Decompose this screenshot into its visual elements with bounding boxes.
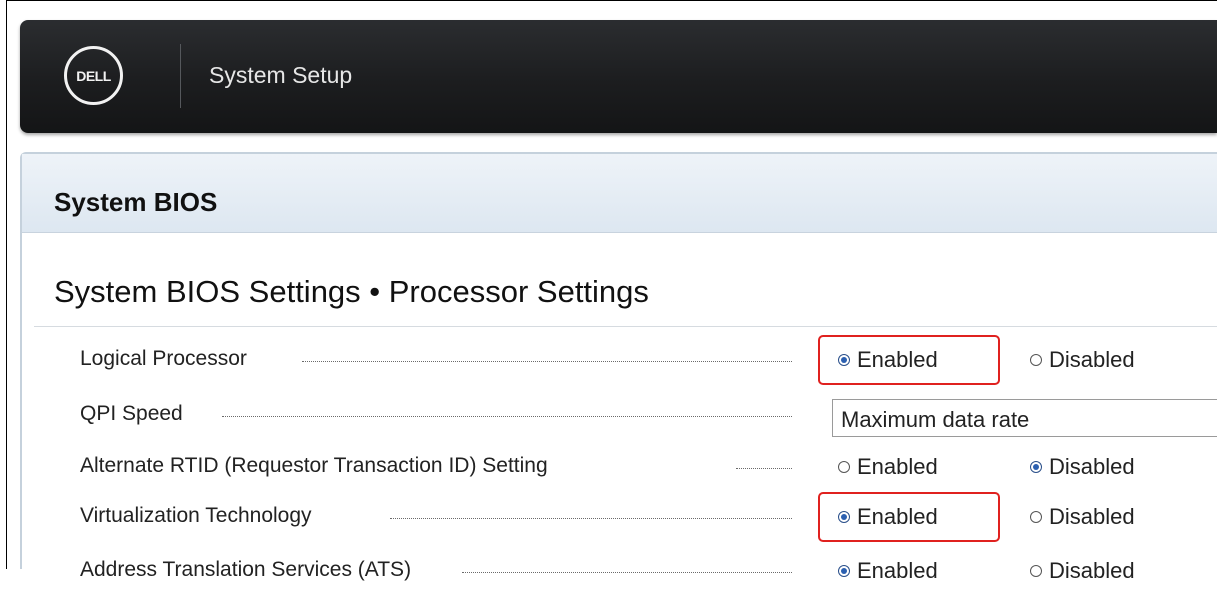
option-label: Disabled [1049, 454, 1135, 479]
dot-leader [390, 518, 792, 519]
setting-label: QPI Speed [80, 402, 183, 425]
option-label: Enabled [857, 347, 938, 372]
radio-disabled[interactable]: Disabled [1030, 454, 1135, 480]
app-header: DELL System Setup [20, 20, 1217, 133]
header-divider [180, 44, 181, 108]
dot-leader [222, 416, 792, 417]
option-label: Enabled [857, 504, 938, 529]
setting-row-qpi-speed: QPI Speed Maximum data rate [22, 394, 1217, 437]
setting-row-alternate-rtid: Alternate RTID (Requestor Transaction ID… [22, 446, 1217, 486]
section-title: System BIOS Settings • Processor Setting… [54, 274, 649, 309]
qpi-speed-select[interactable]: Maximum data rate [832, 399, 1217, 437]
option-label: Enabled [857, 454, 938, 479]
radio-unselected-icon [838, 461, 850, 473]
radio-disabled[interactable]: Disabled [1030, 347, 1135, 373]
setting-label: Virtualization Technology [80, 504, 312, 527]
setting-label: Address Translation Services (ATS) [80, 558, 412, 581]
option-label: Disabled [1049, 558, 1135, 583]
dell-logo: DELL [64, 46, 123, 105]
setting-row-address-translation-services: Address Translation Services (ATS) Enabl… [22, 550, 1217, 590]
radio-enabled[interactable]: Enabled [838, 347, 938, 373]
radio-enabled[interactable]: Enabled [838, 558, 938, 584]
radio-selected-icon [838, 511, 850, 523]
panel-header: System BIOS [22, 154, 1217, 233]
dot-leader [302, 361, 792, 362]
setting-label: Logical Processor [80, 347, 247, 370]
select-value: Maximum data rate [841, 407, 1030, 432]
radio-enabled[interactable]: Enabled [838, 454, 938, 480]
radio-enabled[interactable]: Enabled [838, 504, 938, 530]
setting-row-virtualization-technology: Virtualization Technology Enabled Disabl… [22, 492, 1217, 542]
radio-selected-icon [838, 565, 850, 577]
radio-unselected-icon [1030, 565, 1042, 577]
dot-leader [462, 572, 792, 573]
frame-left-line [6, 0, 7, 569]
option-label: Disabled [1049, 504, 1135, 529]
bios-panel: System BIOS System BIOS Settings • Proce… [20, 152, 1217, 583]
radio-selected-icon [1030, 461, 1042, 473]
setting-row-logical-processor: Logical Processor Enabled Disabled [22, 335, 1217, 385]
radio-selected-icon [838, 354, 850, 366]
option-label: Enabled [857, 558, 938, 583]
setting-label: Alternate RTID (Requestor Transaction ID… [80, 454, 548, 477]
app-title: System Setup [209, 62, 353, 88]
radio-disabled[interactable]: Disabled [1030, 558, 1135, 584]
radio-disabled[interactable]: Disabled [1030, 504, 1135, 530]
radio-unselected-icon [1030, 354, 1042, 366]
section-divider [34, 326, 1217, 327]
panel-title: System BIOS [54, 187, 218, 217]
dot-leader [736, 468, 792, 469]
frame-top-line [6, 0, 1217, 1]
radio-unselected-icon [1030, 511, 1042, 523]
option-label: Disabled [1049, 347, 1135, 372]
